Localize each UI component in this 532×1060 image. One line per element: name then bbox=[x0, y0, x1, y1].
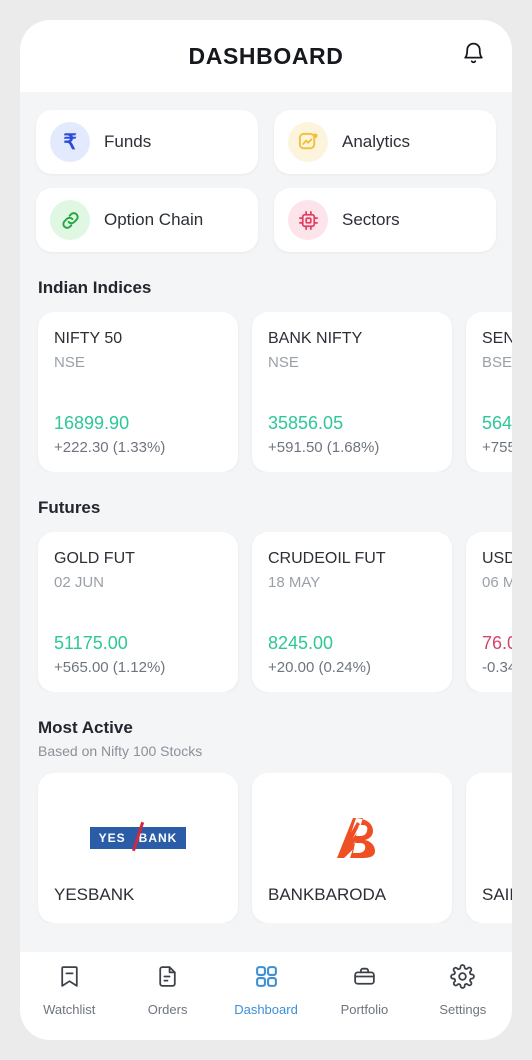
index-name: NIFTY 50 bbox=[54, 330, 123, 347]
action-card-funds[interactable]: ₹ Funds bbox=[36, 110, 258, 174]
action-label-analytics: Analytics bbox=[342, 132, 411, 151]
grid-icon bbox=[254, 964, 279, 994]
gear-icon bbox=[450, 964, 476, 994]
action-label-funds: Funds bbox=[104, 132, 152, 151]
stock-card-sail[interactable]: सेल SAIL bbox=[466, 773, 512, 923]
future-change: +20.00 (0.24%) bbox=[268, 659, 371, 676]
nav-label: Dashboard bbox=[234, 1002, 298, 1017]
index-exchange: NSE bbox=[54, 354, 85, 371]
action-label-sectors: Sectors bbox=[342, 210, 400, 229]
rupee-icon: ₹ bbox=[50, 122, 90, 162]
index-card-bank-nifty[interactable]: BANK NIFTY NSE 35856.05 +591.50 (1.68%) bbox=[252, 312, 452, 472]
chip-icon bbox=[288, 200, 328, 240]
nav-item-portfolio[interactable]: Portfolio bbox=[315, 964, 413, 1017]
section-title-most-active: Most Active bbox=[38, 718, 133, 737]
index-name: BANK NIFTY bbox=[268, 330, 363, 347]
notifications-button[interactable] bbox=[456, 39, 490, 73]
stock-card-bankbaroda[interactable]: BANKBARODA bbox=[252, 773, 452, 923]
future-card-usdinr[interactable]: USDINR FUT 06 MAY 76.00 -0.34 (0.44%) bbox=[466, 532, 512, 692]
nav-label: Watchlist bbox=[43, 1002, 96, 1017]
action-card-option-chain[interactable]: Option Chain bbox=[36, 188, 258, 252]
future-price: 76.00 bbox=[482, 633, 512, 653]
future-expiry: 02 JUN bbox=[54, 574, 105, 591]
future-name: CRUDEOIL FUT bbox=[268, 550, 386, 567]
stock-name: SAIL bbox=[482, 885, 512, 904]
index-card-sensex[interactable]: SENSEX BSE 56420.45 +755.60 (1.36%) bbox=[466, 312, 512, 472]
bottom-navigation: Watchlist Orders Dashboard Portfolio Set… bbox=[20, 952, 512, 1040]
section-title-futures: Futures bbox=[38, 498, 101, 517]
future-name: GOLD FUT bbox=[54, 550, 135, 567]
nav-label: Orders bbox=[147, 1002, 188, 1017]
stock-name: YESBANK bbox=[54, 885, 135, 904]
index-change: +222.30 (1.33%) bbox=[54, 439, 166, 456]
future-price: 51175.00 bbox=[54, 633, 128, 653]
dashboard-scroll-area[interactable]: ₹ Funds Analytics Option Chain Sectors I… bbox=[20, 92, 512, 952]
index-change: +591.50 (1.68%) bbox=[268, 439, 380, 456]
bankbaroda-logo bbox=[268, 791, 436, 885]
nav-label: Settings bbox=[439, 1002, 487, 1017]
nav-item-dashboard[interactable]: Dashboard bbox=[217, 964, 315, 1017]
action-card-analytics[interactable]: Analytics bbox=[274, 110, 496, 174]
index-price: 35856.05 bbox=[268, 413, 344, 433]
index-exchange: BSE bbox=[482, 354, 512, 371]
section-title-indices: Indian Indices bbox=[38, 278, 152, 297]
phone-frame: DASHBOARD ₹ Funds Analytics Option Chain… bbox=[20, 20, 512, 1040]
sail-logo: सेल bbox=[482, 791, 512, 885]
index-exchange: NSE bbox=[268, 354, 299, 371]
nav-label: Portfolio bbox=[340, 1002, 389, 1017]
page-title: DASHBOARD bbox=[188, 42, 344, 69]
future-card-gold[interactable]: GOLD FUT 02 JUN 51175.00 +565.00 (1.12%) bbox=[38, 532, 238, 692]
document-icon bbox=[155, 964, 180, 994]
index-price: 16899.90 bbox=[54, 413, 130, 433]
stock-name: BANKBARODA bbox=[268, 885, 387, 904]
future-expiry: 06 MAY bbox=[482, 574, 512, 591]
quick-actions-grid: ₹ Funds Analytics Option Chain Sectors bbox=[20, 110, 512, 252]
most-active-carousel[interactable]: YES BANK YESBANK BANKBARODA SAI bbox=[20, 773, 512, 923]
future-card-crudeoil[interactable]: CRUDEOIL FUT 18 MAY 8245.00 +20.00 (0.24… bbox=[252, 532, 452, 692]
bell-icon bbox=[461, 41, 486, 71]
action-label-option-chain: Option Chain bbox=[104, 210, 204, 229]
future-price: 8245.00 bbox=[268, 633, 334, 653]
nav-item-orders[interactable]: Orders bbox=[118, 964, 216, 1017]
bookmark-icon bbox=[57, 964, 82, 994]
analytics-chart-icon bbox=[288, 122, 328, 162]
link-chain-icon bbox=[50, 200, 90, 240]
future-change: +565.00 (1.12%) bbox=[54, 659, 166, 676]
future-name: USDINR FUT bbox=[482, 550, 512, 567]
briefcase-icon bbox=[352, 964, 377, 994]
indices-carousel[interactable]: NIFTY 50 NSE 16899.90 +222.30 (1.33%) BA… bbox=[20, 312, 512, 472]
action-card-sectors[interactable]: Sectors bbox=[274, 188, 496, 252]
section-subtitle-most-active: Based on Nifty 100 Stocks bbox=[38, 743, 203, 759]
index-change: +755.60 (1.36%) bbox=[482, 439, 512, 456]
future-change: -0.34 (0.44%) bbox=[482, 659, 512, 676]
nav-item-settings[interactable]: Settings bbox=[414, 964, 512, 1017]
app-header: DASHBOARD bbox=[20, 20, 512, 92]
future-expiry: 18 MAY bbox=[268, 574, 321, 591]
nav-item-watchlist[interactable]: Watchlist bbox=[20, 964, 118, 1017]
yesbank-logo: YES BANK bbox=[54, 791, 222, 885]
stock-card-yesbank[interactable]: YES BANK YESBANK bbox=[38, 773, 238, 923]
index-name: SENSEX bbox=[482, 330, 512, 347]
index-card-nifty-50[interactable]: NIFTY 50 NSE 16899.90 +222.30 (1.33%) bbox=[38, 312, 238, 472]
index-price: 56420.45 bbox=[482, 413, 512, 433]
futures-carousel[interactable]: GOLD FUT 02 JUN 51175.00 +565.00 (1.12%)… bbox=[20, 532, 512, 692]
